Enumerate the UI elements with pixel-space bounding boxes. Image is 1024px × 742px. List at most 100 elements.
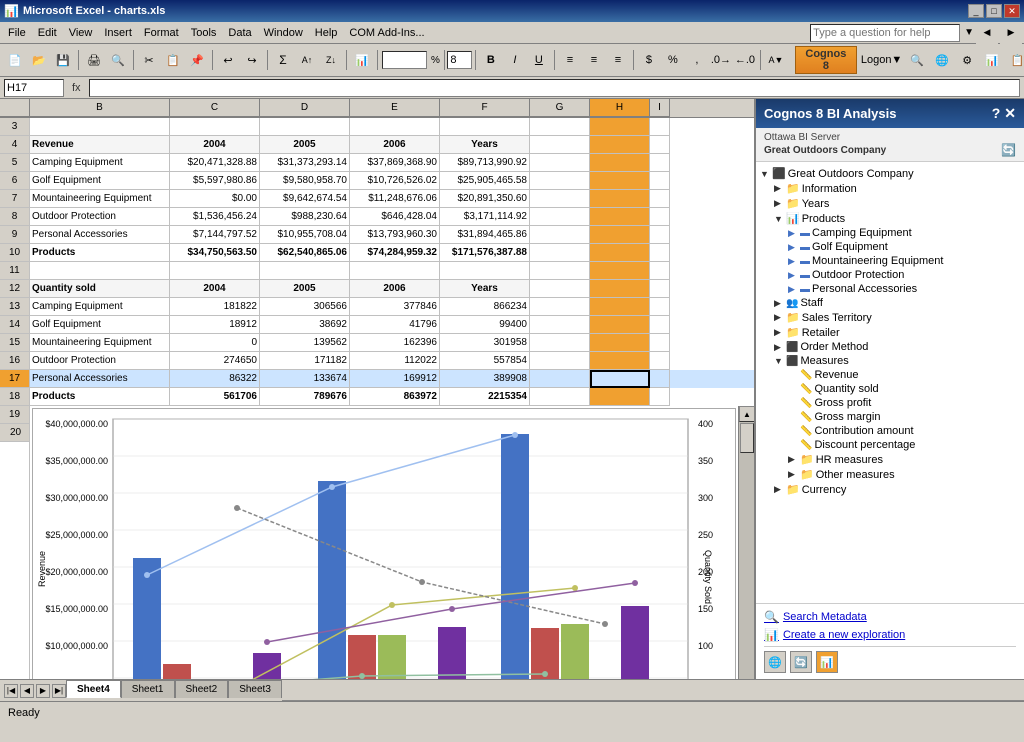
formula-input[interactable] — [89, 79, 1020, 97]
col-header-D[interactable]: D — [260, 99, 350, 117]
cognos-icon5[interactable]: 📋 — [1007, 49, 1024, 71]
font-size-field[interactable] — [447, 51, 472, 69]
scroll-thumb[interactable] — [740, 423, 754, 453]
align-center-button[interactable]: ≡ — [583, 49, 605, 71]
percent-button[interactable]: % — [662, 49, 684, 71]
menu-tools[interactable]: Tools — [185, 23, 223, 43]
menu-data[interactable]: Data — [222, 23, 257, 43]
refresh-icon[interactable]: 🔄 — [1001, 143, 1016, 157]
cognos-button[interactable]: Cognos 8 — [795, 46, 857, 74]
tree-item-personal[interactable]: ▶ ▬ Personal Accessories — [760, 282, 1020, 296]
fill-color-button[interactable]: A▼ — [765, 49, 787, 71]
cognos-icon2[interactable]: 🌐 — [931, 49, 952, 71]
undo-button[interactable]: ↩ — [217, 49, 239, 71]
tab-next-button[interactable]: ▶ — [36, 684, 50, 698]
menu-format[interactable]: Format — [138, 23, 185, 43]
tree-item-gross-margin[interactable]: 📏 Gross margin — [760, 410, 1020, 424]
tree-container[interactable]: ▼ ⬛ Great Outdoors Company ▶ 📁 Informati… — [756, 162, 1024, 603]
currency-button[interactable]: $ — [638, 49, 660, 71]
menu-com-addins[interactable]: COM Add-Ins... — [343, 23, 430, 43]
save-button[interactable]: 💾 — [52, 49, 74, 71]
create-exploration-link[interactable]: 📊 Create a new exploration — [764, 628, 1016, 642]
vertical-scrollbar[interactable]: ▲ ▼ — [738, 406, 754, 679]
col-header-H[interactable]: H — [590, 99, 650, 117]
sheet-tab-4[interactable]: Sheet4 — [66, 680, 121, 698]
close-button[interactable]: ✕ — [1004, 4, 1020, 18]
new-button[interactable]: 📄 — [4, 49, 26, 71]
footer-btn1[interactable]: 🌐 — [764, 651, 786, 673]
zoom-input[interactable]: 100% — [382, 51, 427, 69]
tree-item-staff[interactable]: ▶ 👥 Staff — [760, 296, 1020, 310]
tree-item-contribution[interactable]: 📏 Contribution amount — [760, 424, 1020, 438]
tab-prev-button[interactable]: ◀ — [20, 684, 34, 698]
tree-item-information[interactable]: ▶ 📁 Information — [760, 181, 1020, 196]
sheet-tab-1[interactable]: Sheet1 — [121, 680, 175, 698]
col-header-C[interactable]: C — [170, 99, 260, 117]
tab-first-button[interactable]: |◀ — [4, 684, 18, 698]
align-left-button[interactable]: ≡ — [559, 49, 581, 71]
cognos-help-button[interactable]: ? — [992, 105, 1001, 122]
underline-button[interactable]: U — [528, 49, 550, 71]
tree-item-sales[interactable]: ▶ 📁 Sales Territory — [760, 310, 1020, 325]
sheet-tab-2[interactable]: Sheet2 — [175, 680, 229, 698]
italic-button[interactable]: I — [504, 49, 526, 71]
align-right-button[interactable]: ≡ — [607, 49, 629, 71]
scroll-up-button[interactable]: ▲ — [739, 406, 754, 422]
tab-last-button[interactable]: ▶| — [52, 684, 66, 698]
paste-button[interactable]: 📌 — [186, 49, 208, 71]
cognos-close-button[interactable]: ✕ — [1004, 105, 1016, 122]
col-header-G[interactable]: G — [530, 99, 590, 117]
tree-item-measures[interactable]: ▼ ⬛ Measures — [760, 354, 1020, 368]
menu-insert[interactable]: Insert — [98, 23, 138, 43]
tree-item-mountaineering[interactable]: ▶ ▬ Mountaineering Equipment — [760, 254, 1020, 268]
search-metadata-link[interactable]: 🔍 Search Metadata — [764, 610, 1016, 624]
minimize-button[interactable]: _ — [968, 4, 984, 18]
sheet-tab-3[interactable]: Sheet3 — [228, 680, 282, 698]
tree-item-years[interactable]: ▶ 📁 Years — [760, 196, 1020, 211]
tree-item-camping[interactable]: ▶ ▬ Camping Equipment — [760, 226, 1020, 240]
tree-item-other[interactable]: ▶ 📁 Other measures — [760, 467, 1020, 482]
tree-item-qty-sold[interactable]: 📏 Quantity sold — [760, 382, 1020, 396]
print-button[interactable]: 🖨 — [83, 49, 105, 71]
footer-btn2[interactable]: 🔄 — [790, 651, 812, 673]
scroll-track[interactable] — [739, 422, 754, 679]
help-search-input[interactable] — [810, 24, 960, 42]
col-header-B[interactable]: B — [30, 99, 170, 117]
menu-edit[interactable]: Edit — [32, 23, 63, 43]
tree-item-hr[interactable]: ▶ 📁 HR measures — [760, 452, 1020, 467]
cognos-icon1[interactable]: 🔍 — [906, 49, 927, 71]
cut-button[interactable]: ✂ — [138, 49, 160, 71]
menu-file[interactable]: File — [2, 23, 32, 43]
tree-item-discount[interactable]: 📏 Discount percentage — [760, 438, 1020, 452]
help-forward-button[interactable]: ▶ — [1000, 22, 1022, 44]
col-header-I[interactable]: I — [650, 99, 670, 117]
print-preview-button[interactable]: 🔍 — [107, 49, 129, 71]
maximize-button[interactable]: □ — [986, 4, 1002, 18]
redo-button[interactable]: ↪ — [241, 49, 263, 71]
menu-view[interactable]: View — [63, 23, 99, 43]
tree-item-outdoor[interactable]: ▶ ▬ Outdoor Protection — [760, 268, 1020, 282]
chart-area[interactable]: $40,000,000.00 $35,000,000.00 $30,000,00… — [32, 408, 736, 679]
tree-item-revenue[interactable]: 📏 Revenue — [760, 368, 1020, 382]
increase-decimal-button[interactable]: .0→ — [710, 49, 732, 71]
menu-window[interactable]: Window — [258, 23, 309, 43]
cell-reference[interactable]: H17 — [4, 79, 64, 97]
tree-item-order[interactable]: ▶ ⬛ Order Method — [760, 340, 1020, 354]
tree-root[interactable]: ▼ ⬛ Great Outdoors Company — [760, 166, 1020, 181]
open-button[interactable]: 📂 — [28, 49, 50, 71]
chart-button[interactable]: 📊 — [351, 49, 373, 71]
font-size-input[interactable] — [449, 49, 471, 71]
cognos-icon4[interactable]: 📊 — [982, 49, 1003, 71]
sort-desc-button[interactable]: Z↓ — [320, 49, 342, 71]
col-header-F[interactable]: F — [440, 99, 530, 117]
help-back-button[interactable]: ◀ — [976, 22, 998, 44]
col-header-E[interactable]: E — [350, 99, 440, 117]
sort-asc-button[interactable]: A↑ — [296, 49, 318, 71]
copy-button[interactable]: 📋 — [162, 49, 184, 71]
menu-help[interactable]: Help — [309, 23, 344, 43]
footer-btn3[interactable]: 📊 — [816, 651, 838, 673]
cognos-icon3[interactable]: ⚙ — [957, 49, 978, 71]
tree-item-currency[interactable]: ▶ 📁 Currency — [760, 482, 1020, 497]
tree-item-gross-profit[interactable]: 📏 Gross profit — [760, 396, 1020, 410]
tree-item-products[interactable]: ▼ 📊 Products — [760, 211, 1020, 226]
